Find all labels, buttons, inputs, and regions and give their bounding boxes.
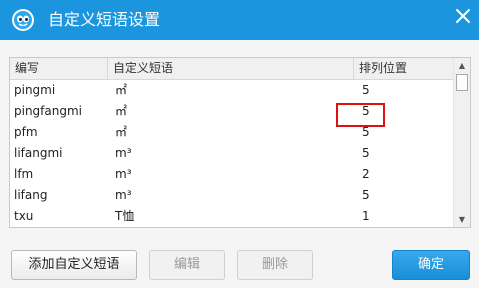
- scroll-down-arrow-icon[interactable]: ▼: [454, 212, 470, 227]
- ok-button[interactable]: 确定: [392, 250, 470, 280]
- table-row[interactable]: lifangmi m³ 5: [10, 143, 454, 164]
- vertical-scrollbar[interactable]: ▲ ▼: [453, 58, 470, 227]
- cell-position: 2: [362, 167, 370, 181]
- cell-phrase: ㎡: [115, 104, 128, 118]
- cell-code: lfm: [14, 167, 34, 181]
- delete-button[interactable]: 删除: [237, 250, 313, 280]
- edit-button[interactable]: 编辑: [149, 250, 225, 280]
- app-logo-icon: [12, 9, 34, 31]
- cell-position: 5: [362, 83, 370, 97]
- table-body: pingmi ㎡ 5 pingfangmi ㎡ 5 pfm ㎡ 5 lifang…: [10, 80, 454, 227]
- table-row[interactable]: lifang m³ 5: [10, 185, 454, 206]
- table-row[interactable]: pingfangmi ㎡ 5: [10, 101, 454, 122]
- close-icon[interactable]: [452, 5, 474, 27]
- cell-phrase: ㎡: [115, 83, 128, 97]
- table-header: 编写 自定义短语 排列位置: [10, 58, 454, 80]
- cell-code: pingfangmi: [14, 104, 82, 118]
- phrase-list[interactable]: 编写 自定义短语 排列位置 pingmi ㎡ 5 pingfangmi ㎡ 5 …: [9, 57, 471, 228]
- highlight-box-annotation: [336, 103, 385, 127]
- table-row[interactable]: pingmi ㎡ 5: [10, 80, 454, 101]
- cell-phrase: m³: [115, 167, 132, 181]
- add-phrase-button[interactable]: 添加自定义短语: [11, 250, 137, 280]
- cell-code: lifangmi: [14, 146, 63, 160]
- table-row[interactable]: pfm ㎡ 5: [10, 122, 454, 143]
- table-row[interactable]: lfm m³ 2: [10, 164, 454, 185]
- cell-code: txu: [14, 209, 34, 223]
- cell-phrase: m³: [115, 146, 132, 160]
- column-header-phrase[interactable]: 自定义短语: [108, 58, 354, 79]
- cell-code: pingmi: [14, 83, 56, 97]
- cell-phrase: ㎡: [115, 125, 128, 139]
- cell-position: 5: [362, 146, 370, 160]
- scroll-up-arrow-icon[interactable]: ▲: [454, 58, 470, 73]
- column-header-position[interactable]: 排列位置: [354, 58, 454, 79]
- cell-position: 1: [362, 209, 370, 223]
- dialog-title: 自定义短语设置: [48, 10, 161, 29]
- cell-code: lifang: [14, 188, 48, 202]
- cell-phrase: T恤: [115, 209, 135, 223]
- custom-phrase-dialog: 自定义短语设置 编写 自定义短语 排列位置 pingmi ㎡ 5 pingfan…: [0, 0, 479, 288]
- table-row[interactable]: txu T恤 1: [10, 206, 454, 227]
- cell-phrase: m³: [115, 188, 132, 202]
- column-header-code[interactable]: 编写: [10, 58, 108, 79]
- scrollbar-thumb[interactable]: [456, 74, 468, 91]
- title-bar: 自定义短语设置: [0, 0, 479, 40]
- cell-code: pfm: [14, 125, 38, 139]
- cell-position: 5: [362, 188, 370, 202]
